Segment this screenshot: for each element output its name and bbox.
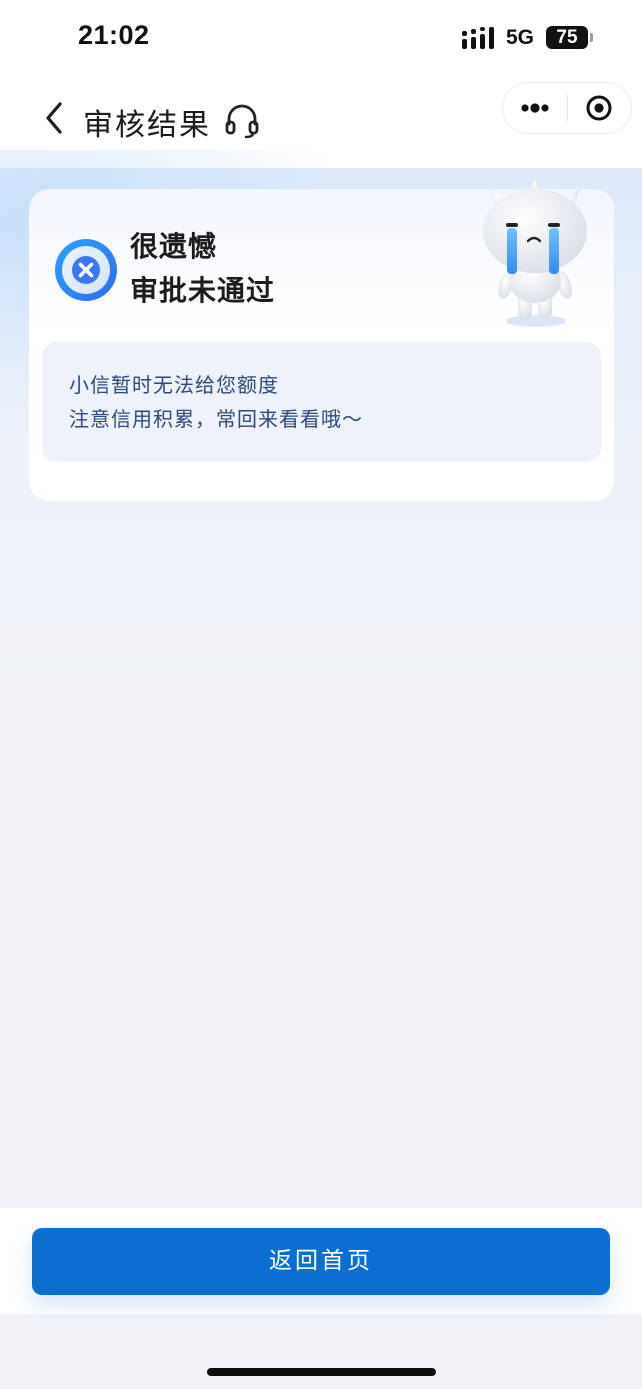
home-indicator[interactable]	[207, 1368, 436, 1376]
headset-icon[interactable]	[222, 100, 262, 140]
message-line-1: 小信暂时无法给您额度	[69, 373, 279, 397]
battery-icon: 75	[546, 26, 588, 49]
target-close-icon[interactable]	[568, 83, 631, 133]
battery-nub	[590, 33, 593, 42]
screen: 21:02 5G 75 审核结果 很遗憾 审批未通过 小信暂时无法给您额度 注意…	[0, 0, 642, 1389]
status-bar: 21:02 5G 75	[0, 0, 642, 76]
status-time: 21:02	[78, 20, 150, 50]
bottom-action-bar: 返回首页	[0, 1208, 642, 1314]
result-card: 很遗憾 审批未通过 小信暂时无法给您额度 注意信用积累，常回来看看哦～	[29, 177, 614, 501]
x-circle-icon	[55, 239, 117, 301]
message-box: 小信暂时无法给您额度 注意信用积累，常回来看看哦～	[42, 342, 601, 462]
result-title: 很遗憾	[130, 230, 218, 263]
network-type: 5G	[506, 26, 535, 49]
page-title: 审核结果	[83, 108, 211, 143]
more-dots-icon[interactable]	[503, 83, 567, 133]
return-home-button[interactable]: 返回首页	[32, 1228, 610, 1295]
signal-icon	[462, 27, 494, 49]
mini-program-capsule	[502, 82, 632, 134]
message-line-2: 注意信用积累，常回来看看哦～	[69, 407, 363, 431]
battery-level: 75	[556, 27, 578, 48]
crying-mascot	[483, 177, 587, 327]
chevron-left-icon[interactable]	[36, 96, 72, 140]
result-subtitle: 审批未通过	[130, 274, 276, 307]
